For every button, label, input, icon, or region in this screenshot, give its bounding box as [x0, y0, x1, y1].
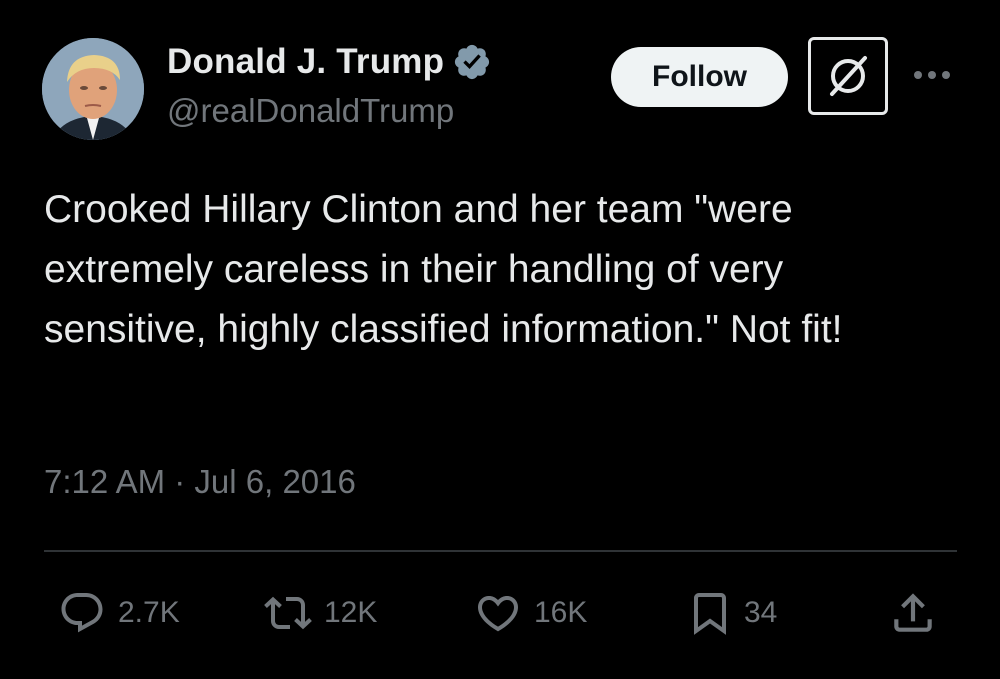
avatar-image	[42, 38, 144, 140]
handle[interactable]: @realDonaldTrump	[167, 92, 454, 130]
reply-count: 2.7K	[118, 596, 180, 629]
retweet-button[interactable]: 12K	[262, 588, 377, 638]
tweet-card: Donald J. Trump @realDonaldTrump Follow …	[0, 0, 1000, 679]
reply-button[interactable]: 2.7K	[56, 588, 180, 638]
like-count: 16K	[534, 596, 588, 629]
name-row: Donald J. Trump	[167, 40, 492, 84]
retweet-icon	[264, 596, 312, 630]
verified-badge-icon[interactable]	[452, 42, 492, 82]
retweet-count: 12K	[324, 596, 378, 629]
timestamp[interactable]: 7:12 AM · Jul 6, 2016	[44, 463, 356, 501]
bookmark-icon	[694, 593, 726, 635]
bookmark-count: 34	[744, 596, 778, 629]
divider	[44, 550, 957, 552]
share-icon	[894, 593, 932, 632]
tweet-text: Crooked Hillary Clinton and her team "we…	[44, 188, 843, 351]
heart-icon	[477, 596, 519, 632]
display-name[interactable]: Donald J. Trump	[167, 42, 444, 82]
more-button[interactable]	[910, 60, 954, 90]
reply-icon	[61, 593, 103, 633]
like-button[interactable]: 16K	[472, 588, 587, 638]
more-dots-icon	[914, 71, 950, 79]
bookmark-button[interactable]: 34	[686, 588, 777, 638]
grok-icon	[830, 56, 867, 96]
follow-button[interactable]: Follow	[611, 47, 788, 107]
share-button[interactable]	[888, 588, 938, 638]
avatar[interactable]	[42, 38, 144, 140]
grok-button[interactable]	[808, 37, 888, 115]
